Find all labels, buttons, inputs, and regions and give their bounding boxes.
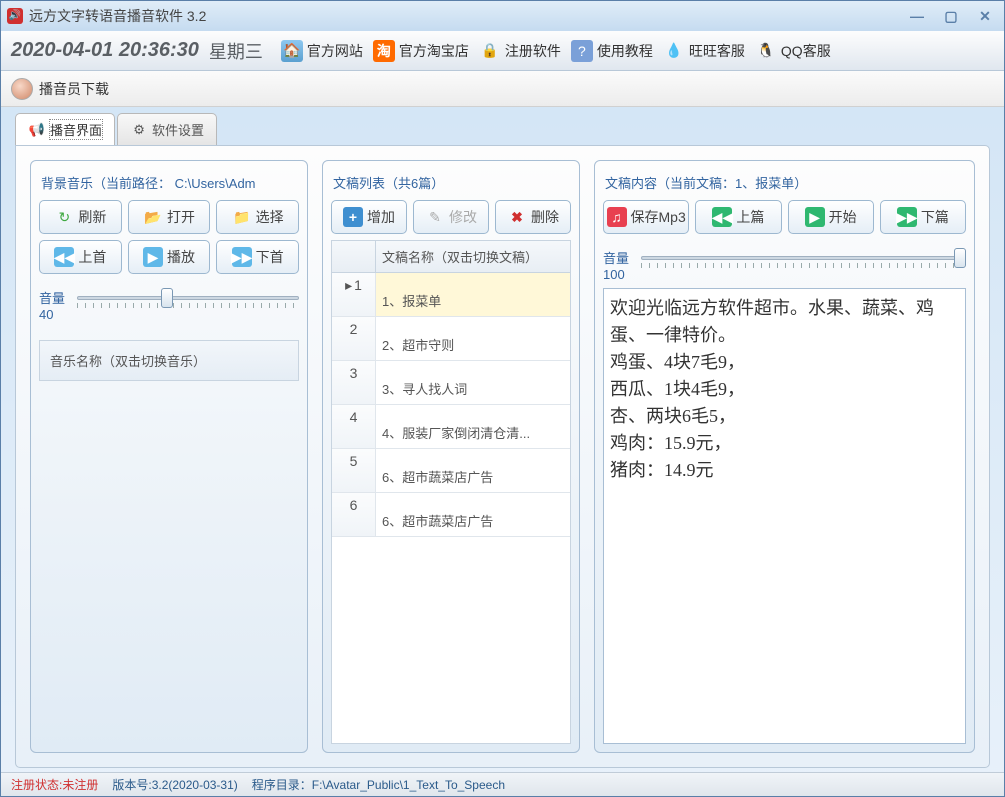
minimize-button[interactable]: — — [904, 8, 930, 24]
wangwang-icon: 💧 — [663, 40, 685, 62]
tab-broadcast[interactable]: 📢播音界面 — [15, 113, 115, 145]
program-dir-label: 程序目录：F:\Avatar_Public\1_Text_To_Speech — [252, 776, 505, 793]
row-index: 6 — [332, 493, 376, 536]
row-name: 4、服装厂家倒闭清仓清... — [376, 405, 570, 448]
document-table: 文稿名称（双击切换文稿） 11、报菜单22、超市守则33、寻人找人词44、服装厂… — [331, 240, 571, 744]
choose-button[interactable]: 📁选择 — [216, 200, 299, 234]
main-toolbar: 2020-04-01 20:36:30 星期三 🏠官方网站 淘官方淘宝店 🔒注册… — [1, 31, 1004, 71]
next-track-button[interactable]: ▶▶下首 — [216, 240, 299, 274]
app-icon — [7, 8, 23, 24]
document-list-panel: 文稿列表（共6篇） +增加 ✎修改 ✖删除 文稿名称（双击切换文稿） 11、报菜… — [322, 160, 580, 753]
play-icon: ▶ — [143, 247, 163, 267]
save-mp3-button[interactable]: ♫保存Mp3 — [603, 200, 689, 234]
bg-music-title: 背景音乐（当前路径： C:\Users\Adm — [39, 169, 299, 200]
next-icon: ▶▶ — [232, 247, 252, 267]
background-music-panel: 背景音乐（当前路径： C:\Users\Adm ↻刷新 📂打开 📁选择 ◀◀上首… — [30, 160, 308, 753]
refresh-button[interactable]: ↻刷新 — [39, 200, 122, 234]
row-index: 3 — [332, 361, 376, 404]
content-volume-label: 音量100 — [603, 248, 633, 282]
music-volume-label: 音量40 — [39, 288, 69, 322]
delete-icon: ✖ — [507, 207, 527, 227]
add-doc-button[interactable]: +增加 — [331, 200, 407, 234]
window-title: 远方文字转语音播音软件 3.2 — [29, 6, 904, 26]
status-bar: 注册状态:未注册 版本号:3.2(2020-03-31) 程序目录：F:\Ava… — [1, 772, 1004, 796]
row-index: 1 — [332, 273, 376, 316]
register-status: 注册状态:未注册 — [11, 776, 98, 793]
row-index: 4 — [332, 405, 376, 448]
row-name: 3、寻人找人词 — [376, 361, 570, 404]
table-row[interactable]: 66、超市蔬菜店广告 — [332, 493, 570, 537]
row-name: 1、报菜单 — [376, 273, 570, 316]
prev-track-button[interactable]: ◀◀上首 — [39, 240, 122, 274]
qq-icon: 🐧 — [755, 40, 777, 62]
announcer-download-link[interactable]: 播音员下载 — [39, 79, 109, 99]
row-index: 2 — [332, 317, 376, 360]
play-track-button[interactable]: ▶播放 — [128, 240, 211, 274]
tab-settings[interactable]: ⚙软件设置 — [117, 113, 217, 145]
row-index: 5 — [332, 449, 376, 492]
column-doc-name: 文稿名称（双击切换文稿） — [376, 241, 570, 272]
official-site-link[interactable]: 🏠官方网站 — [281, 40, 363, 62]
version-label: 版本号:3.2(2020-03-31) — [112, 776, 237, 793]
register-link[interactable]: 🔒注册软件 — [479, 40, 561, 62]
music-list-header: 音乐名称（双击切换音乐） — [39, 340, 299, 381]
table-row[interactable]: 44、服装厂家倒闭清仓清... — [332, 405, 570, 449]
rewind-icon: ◀◀ — [712, 207, 732, 227]
content-volume-slider[interactable] — [641, 250, 966, 270]
next-doc-button[interactable]: ▶▶下篇 — [880, 200, 966, 234]
table-row[interactable]: 11、报菜单 — [332, 273, 570, 317]
tab-row: 📢播音界面 ⚙软件设置 — [1, 107, 1004, 145]
start-play-button[interactable]: ▶开始 — [788, 200, 874, 234]
titlebar[interactable]: 远方文字转语音播音软件 3.2 — ▢ ✕ — [1, 1, 1004, 31]
maximize-button[interactable]: ▢ — [938, 8, 964, 24]
prev-icon: ◀◀ — [54, 247, 74, 267]
forward-icon: ▶▶ — [897, 207, 917, 227]
taobao-icon: 淘 — [373, 40, 395, 62]
help-icon: ? — [571, 40, 593, 62]
table-row[interactable]: 33、寻人找人词 — [332, 361, 570, 405]
avatar-icon — [11, 78, 33, 100]
wangwang-link[interactable]: 💧旺旺客服 — [663, 40, 745, 62]
play-icon: ▶ — [805, 207, 825, 227]
row-name: 6、超市蔬菜店广告 — [376, 493, 570, 536]
doc-content-title: 文稿内容（当前文稿：1、报菜单） — [603, 169, 966, 200]
qq-link[interactable]: 🐧QQ客服 — [755, 40, 831, 62]
table-row[interactable]: 56、超市蔬菜店广告 — [332, 449, 570, 493]
folder-icon: 📁 — [232, 207, 252, 227]
app-window: 远方文字转语音播音软件 3.2 — ▢ ✕ 2020-04-01 20:36:3… — [0, 0, 1005, 797]
prev-doc-button[interactable]: ◀◀上篇 — [695, 200, 781, 234]
close-button[interactable]: ✕ — [972, 8, 998, 24]
refresh-icon: ↻ — [54, 207, 74, 227]
home-icon: 🏠 — [281, 40, 303, 62]
open-button[interactable]: 📂打开 — [128, 200, 211, 234]
music-note-icon: ♫ — [607, 207, 627, 227]
megaphone-icon: 📢 — [28, 121, 46, 139]
workarea: 背景音乐（当前路径： C:\Users\Adm ↻刷新 📂打开 📁选择 ◀◀上首… — [15, 145, 990, 768]
open-folder-icon: 📂 — [143, 207, 163, 227]
tutorial-link[interactable]: ?使用教程 — [571, 40, 653, 62]
weekday-display: 星期三 — [209, 38, 263, 64]
taobao-link[interactable]: 淘官方淘宝店 — [373, 40, 469, 62]
content-textarea[interactable] — [603, 288, 966, 744]
sub-toolbar: 播音员下载 — [1, 71, 1004, 107]
datetime-display: 2020-04-01 20:36:30 — [11, 39, 199, 62]
document-content-panel: 文稿内容（当前文稿：1、报菜单） ♫保存Mp3 ◀◀上篇 ▶开始 ▶▶下篇 音量… — [594, 160, 975, 753]
table-row[interactable]: 22、超市守则 — [332, 317, 570, 361]
delete-doc-button[interactable]: ✖删除 — [495, 200, 571, 234]
pencil-icon: ✎ — [425, 207, 445, 227]
doc-list-title: 文稿列表（共6篇） — [331, 169, 571, 200]
row-name: 6、超市蔬菜店广告 — [376, 449, 570, 492]
lock-icon: 🔒 — [479, 40, 501, 62]
table-header: 文稿名称（双击切换文稿） — [332, 241, 570, 273]
row-name: 2、超市守则 — [376, 317, 570, 360]
music-volume-slider[interactable] — [77, 290, 299, 310]
edit-doc-button[interactable]: ✎修改 — [413, 200, 489, 234]
plus-icon: + — [343, 207, 363, 227]
gear-icon: ⚙ — [130, 121, 148, 139]
